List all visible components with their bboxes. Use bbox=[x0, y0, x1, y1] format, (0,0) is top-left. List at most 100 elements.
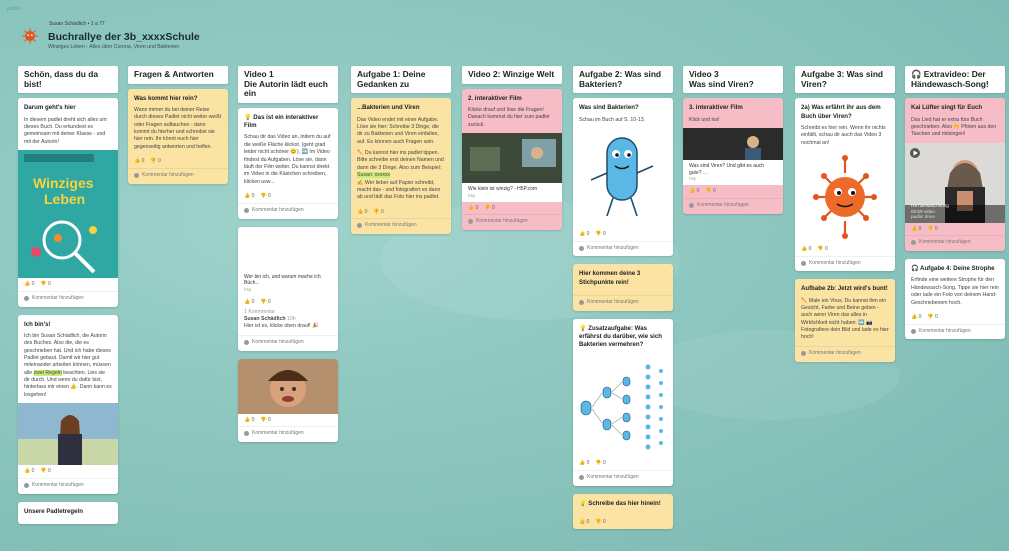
post-card[interactable]: 🎧 Aufgabe 4: Deine Strophe Erfinde eine … bbox=[905, 259, 1005, 340]
post-card[interactable]: Hier kommen deine 3 Stichpunkte rein! Ko… bbox=[573, 264, 673, 311]
svg-text:Winziges: Winziges bbox=[33, 175, 94, 191]
add-comment-button[interactable]: Kommentar hinzufügen bbox=[905, 323, 1005, 340]
post-card[interactable]: Was sind Bakterien? Schau im Buch auf S.… bbox=[573, 98, 673, 257]
column-header: Aufgabe 1: Deine Gedanken zu bbox=[351, 66, 451, 94]
link-caption[interactable]: Was sind Viren? Und gibt es auch gute? .… bbox=[683, 159, 783, 186]
add-comment-button[interactable]: Kommentar hinzufügen bbox=[573, 294, 673, 311]
add-comment-button[interactable]: Kommentar hinzufügen bbox=[18, 477, 118, 494]
add-comment-button[interactable]: Kommentar hinzufügen bbox=[573, 470, 673, 486]
post-card[interactable]: 💡 Zusatzaufgabe: Was erfährst du darüber… bbox=[573, 318, 673, 486]
reactions[interactable]: 👍 0 👎 0 bbox=[683, 185, 783, 198]
post-title: 💡 Schreibe das hier hinein! bbox=[579, 499, 661, 507]
post-title: Unsere Padletregeln bbox=[24, 507, 83, 515]
post-card[interactable]: Was kommt hier rein? Wann immer du bei d… bbox=[128, 88, 228, 184]
reactions[interactable]: 👍 0 👎 0 bbox=[573, 516, 673, 529]
column-welcome: Schön, dass du da bist! Darum geht's hie… bbox=[18, 66, 118, 532]
post-title: Was sind Bakterien? bbox=[579, 104, 639, 112]
post-title: Was kommt hier rein? bbox=[134, 94, 198, 102]
reactions[interactable]: 👍 0 👎 0 bbox=[238, 414, 338, 427]
post-text: Erfinde eine weitere Strophe für den Hän… bbox=[911, 277, 999, 306]
reactions[interactable]: 👍 0 👎 0 bbox=[18, 465, 118, 478]
author-video-image[interactable] bbox=[238, 358, 338, 414]
post-card[interactable]: Ich bin's! Ich bin Susan Schädlich, die … bbox=[18, 314, 118, 494]
reactions[interactable]: 👍 0 👎 0 bbox=[462, 202, 562, 215]
post-title: Hier kommen deine 3 Stichpunkte rein! bbox=[579, 270, 641, 286]
comment-count[interactable]: 1 Kommentar bbox=[244, 309, 332, 316]
reactions[interactable]: 👍 0 👎 0 bbox=[905, 223, 1005, 236]
add-comment-button[interactable]: Kommentar hinzufügen bbox=[795, 345, 895, 362]
comment: Susan Schädlich 10h Hier ist es, klicke o… bbox=[244, 316, 319, 330]
post-title: 2. interaktiver Film bbox=[468, 94, 522, 102]
post-card[interactable]: 2. interaktiver Film Klicke drauf und lö… bbox=[462, 88, 562, 231]
column-header: Video 2: Winzige Welt bbox=[462, 66, 562, 84]
post-text: ✍️ Wer lieber auf Papier schreibt, macht… bbox=[357, 179, 441, 201]
add-comment-button[interactable]: Kommentar hinzufügen bbox=[128, 167, 228, 184]
post-text: Schau im Buch auf S. 10-13. bbox=[579, 116, 646, 123]
svg-text:Leben: Leben bbox=[44, 191, 85, 207]
post-text: Schreibt es hier rein. Wenn ihr nichts e… bbox=[801, 124, 886, 146]
post-card[interactable]: 3. interaktiver Film Klick und los! Was … bbox=[683, 98, 783, 214]
post-card[interactable]: Darum geht's hier In diesem padlet dreht… bbox=[18, 98, 118, 307]
post-card[interactable]: Aufbabe 2b: Jetzt wird's bunt! ✏️ Male e… bbox=[795, 279, 895, 362]
add-comment-button[interactable]: Kommentar hinzufügen bbox=[905, 235, 1005, 251]
post-text: In diesem padlet dreht sich alles um die… bbox=[24, 116, 107, 145]
post-title: 🎧 Aufgabe 4: Deine Strophe bbox=[911, 265, 995, 273]
video-player[interactable]: Hä ndewaschsong 00:59 video padlet drive bbox=[905, 142, 1005, 223]
video-thumbnail[interactable] bbox=[683, 127, 783, 160]
post-title: 2a) Was erfährt ihr aus dem Buch über Vi… bbox=[801, 104, 881, 120]
post-card[interactable]: Wer bin ich, und warum mache ich Büch...… bbox=[238, 226, 338, 351]
page-title: Buchrallye der 3b_xxxxSchule bbox=[48, 31, 200, 43]
column-task2: Aufgabe 2: Was sind Bakterien? Was sind … bbox=[573, 66, 673, 537]
post-text: Klick und los! bbox=[689, 116, 720, 123]
reactions[interactable]: 👍 0 👎 0 bbox=[18, 278, 118, 291]
column-video3: Video 3 Was sind Viren? 3. interaktiver … bbox=[683, 66, 783, 222]
column-header: Fragen & Antworten bbox=[128, 66, 228, 84]
bacteria-division-diagram[interactable] bbox=[573, 357, 673, 458]
post-card[interactable]: 💡 Das ist ein interaktiver Film Schau di… bbox=[238, 107, 338, 219]
post-title: Kai Lüfter singt für Euch bbox=[911, 104, 983, 112]
reactions[interactable]: 👍 0 👎 0 bbox=[573, 228, 673, 241]
add-comment-button[interactable]: Kommentar hinzufügen bbox=[18, 290, 118, 307]
post-text: Das Lied hat er extra fürs Buch geschrie… bbox=[911, 116, 997, 138]
add-comment-button[interactable]: Kommentar hinzufügen bbox=[238, 334, 338, 351]
add-comment-button[interactable]: Kommentar hinzufügen bbox=[795, 255, 895, 272]
reactions[interactable]: 👍 0 👎 0 bbox=[128, 155, 228, 168]
column-header: Schön, dass du da bist! bbox=[18, 66, 118, 94]
reactions[interactable]: 👍 0 👎 0 bbox=[238, 190, 338, 203]
post-card[interactable]: Kai Lüfter singt für Euch Das Lied hat e… bbox=[905, 98, 1005, 252]
add-comment-button[interactable]: Kommentar hinzufügen bbox=[238, 426, 338, 442]
add-comment-button[interactable]: Kommentar hinzufügen bbox=[351, 218, 451, 234]
post-title: 💡 Zusatzaufgabe: Was erfährst du darüber… bbox=[579, 324, 662, 349]
link-caption[interactable]: Wer bin ich, und warum mache ich Büch...… bbox=[238, 270, 338, 296]
column-video1: Video 1 Die Autorin lädt euch ein 💡 Das … bbox=[238, 66, 338, 450]
post-card[interactable]: ...Bakterien und Viren Das Video endet m… bbox=[351, 98, 451, 235]
post-card[interactable]: 2a) Was erfährt ihr aus dem Buch über Vi… bbox=[795, 98, 895, 272]
author-photo[interactable] bbox=[18, 403, 118, 466]
add-comment-button[interactable]: Kommentar hinzufügen bbox=[573, 240, 673, 257]
column-task1: Aufgabe 1: Deine Gedanken zu ...Bakterie… bbox=[351, 66, 451, 242]
link-caption[interactable]: Wie klein ist winzig? - H5P.com h5p bbox=[462, 183, 562, 202]
column-extravideo: 🎧 Extravideo: Der Händewasch-Song! Kai L… bbox=[905, 66, 1005, 347]
column-video2: Video 2: Winzige Welt 2. interaktiver Fi… bbox=[462, 66, 562, 238]
reactions[interactable]: 👍 0 👎 0 bbox=[795, 243, 895, 256]
post-title: Ich bin's! bbox=[24, 320, 51, 328]
reactions[interactable]: 👍 0 👎 0 bbox=[573, 457, 673, 470]
reactions[interactable]: 👍 0 👎 0 bbox=[351, 206, 451, 219]
column-task3: Aufgabe 3: Was sind Viren? 2a) Was erfäh… bbox=[795, 66, 895, 370]
post-card[interactable]: Unsere Padletregeln bbox=[18, 501, 118, 524]
virus-illustration[interactable] bbox=[795, 150, 895, 243]
column-questions: Fragen & Antworten Was kommt hier rein? … bbox=[128, 66, 228, 192]
post-card[interactable]: 👍 0 👎 0 Kommentar hinzufügen bbox=[238, 358, 338, 443]
reactions[interactable]: 👍 0 👎 0 bbox=[905, 311, 1005, 324]
video-source: padlet drive bbox=[911, 214, 935, 220]
video-embed-placeholder[interactable] bbox=[238, 226, 338, 271]
video-thumbnail[interactable] bbox=[462, 133, 562, 183]
reactions[interactable]: 👍 0 👎 0 bbox=[238, 296, 338, 309]
add-comment-button[interactable]: Kommentar hinzufügen bbox=[683, 198, 783, 214]
bacterium-illustration[interactable] bbox=[573, 127, 673, 228]
add-comment-button[interactable]: Kommentar hinzufügen bbox=[462, 214, 562, 230]
post-card[interactable]: 💡 Schreibe das hier hinein! 👍 0 👎 0 bbox=[573, 493, 673, 529]
post-text: Klicke drauf und löse die Fragen! Danach… bbox=[468, 106, 550, 128]
add-comment-button[interactable]: Kommentar hinzufügen bbox=[238, 202, 338, 219]
book-cover-image[interactable]: Winziges Leben bbox=[18, 150, 118, 279]
